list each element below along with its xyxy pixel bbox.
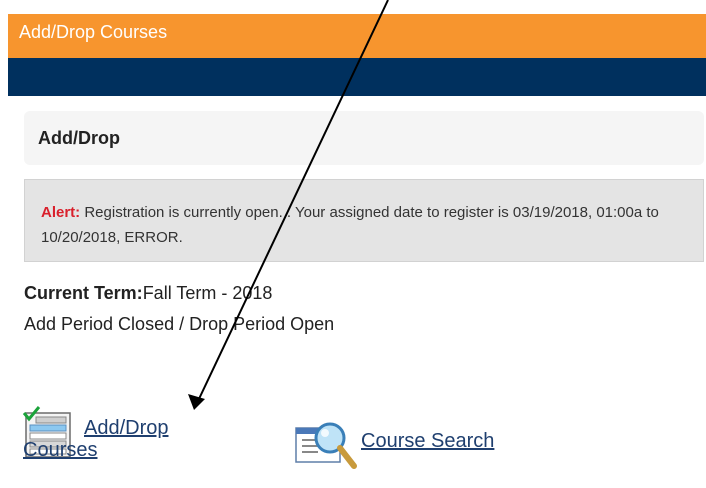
current-term: Current Term:Fall Term - 2018 xyxy=(24,283,272,304)
current-term-label: Current Term: xyxy=(24,283,143,303)
period-status: Add Period Closed / Drop Period Open xyxy=(24,314,335,334)
alert-text: Alert: Registration is currently open. .… xyxy=(41,200,681,250)
alert-box: Alert: Registration is currently open. .… xyxy=(24,179,704,262)
page-title: Add/Drop Courses xyxy=(19,22,168,42)
add-drop-courses-link[interactable]: Add/Drop xyxy=(84,417,169,440)
alert-label: Alert: xyxy=(41,204,81,221)
nav-bar xyxy=(8,58,706,96)
add-drop-courses-link-continued[interactable]: Courses xyxy=(23,439,97,462)
course-search-link[interactable]: Course Search xyxy=(361,430,494,453)
page-header: Add/Drop Courses xyxy=(8,14,706,58)
magnifier-icon[interactable] xyxy=(294,414,358,470)
section-title: Add/Drop xyxy=(38,128,120,148)
alert-message: Registration is currently open. . Your a… xyxy=(41,204,659,246)
current-term-value: Fall Term - 2018 xyxy=(142,283,273,303)
section-panel: Add/Drop xyxy=(24,111,704,165)
